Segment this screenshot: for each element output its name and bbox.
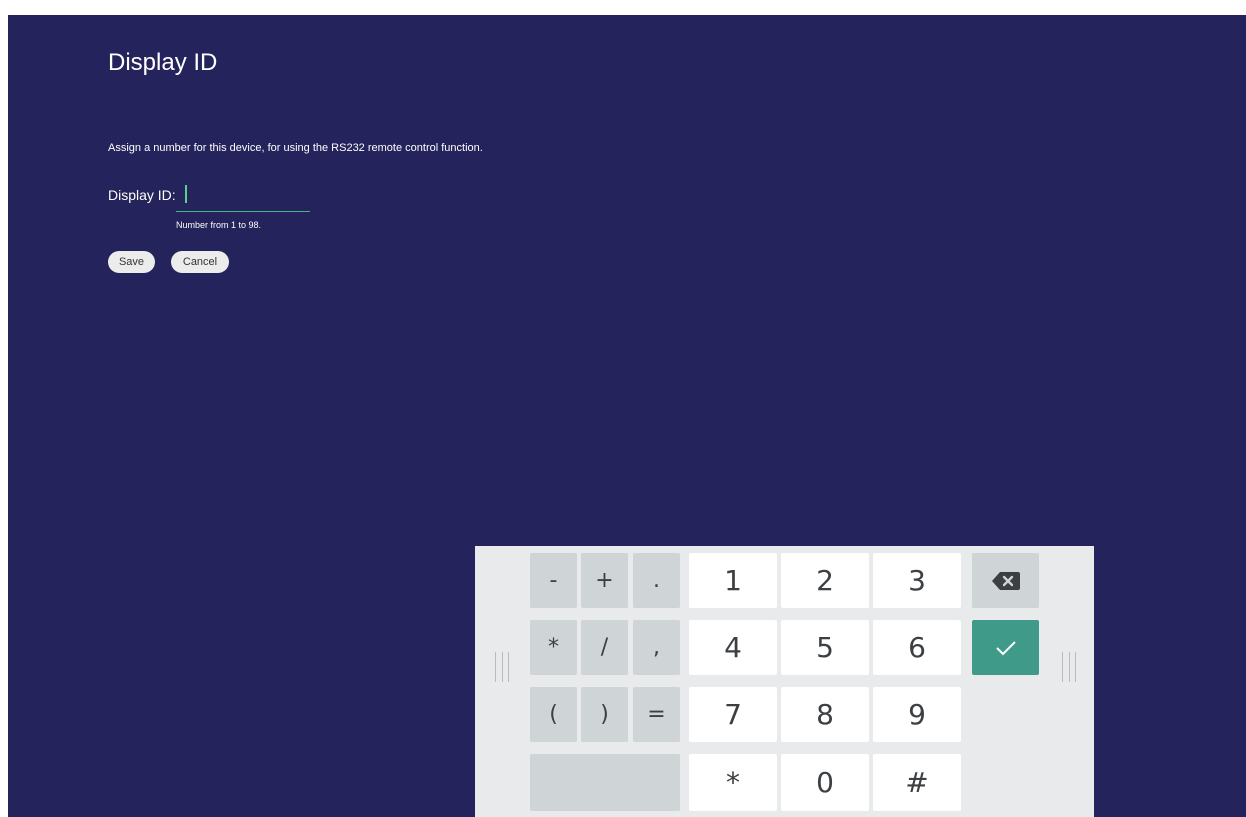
key-period[interactable]: . [633,553,680,608]
key-5[interactable]: 5 [781,620,869,675]
save-button[interactable]: Save [108,251,155,273]
cancel-button[interactable]: Cancel [171,251,229,273]
display-id-hint: Number from 1 to 98. [176,220,262,230]
backspace-key[interactable] [972,553,1039,608]
numeric-keyboard: - + . * / , ( ) = 1 2 3 4 5 6 7 8 9 * 0 … [475,546,1094,817]
key-0[interactable]: 0 [781,754,869,811]
key-1[interactable]: 1 [689,553,777,608]
key-star[interactable]: * [689,754,777,811]
text-cursor [185,185,187,203]
description-text: Assign a number for this device, for usi… [108,142,483,154]
key-equals[interactable]: = [633,687,680,742]
key-close-paren[interactable]: ) [581,687,628,742]
key-4[interactable]: 4 [689,620,777,675]
drag-handle-right-icon[interactable] [1062,652,1076,682]
key-7[interactable]: 7 [689,687,777,742]
key-open-paren[interactable]: ( [530,687,577,742]
key-comma[interactable]: , [633,620,680,675]
key-9[interactable]: 9 [873,687,961,742]
key-hash[interactable]: # [873,754,961,811]
key-plus[interactable]: + [581,553,628,608]
settings-screen: Display ID Assign a number for this devi… [8,15,1246,817]
key-asterisk-symbol[interactable]: * [530,620,577,675]
key-minus[interactable]: - [530,553,577,608]
done-key[interactable] [972,620,1039,675]
drag-handle-left-icon[interactable] [495,652,509,682]
display-id-label: Display ID: [108,187,176,203]
display-id-input[interactable] [176,182,310,212]
backspace-icon [991,571,1020,590]
checkmark-icon [995,640,1016,655]
key-slash[interactable]: / [581,620,628,675]
key-space[interactable] [530,754,680,811]
key-8[interactable]: 8 [781,687,869,742]
key-3[interactable]: 3 [873,553,961,608]
page-title: Display ID [108,49,218,76]
key-2[interactable]: 2 [781,553,869,608]
key-6[interactable]: 6 [873,620,961,675]
